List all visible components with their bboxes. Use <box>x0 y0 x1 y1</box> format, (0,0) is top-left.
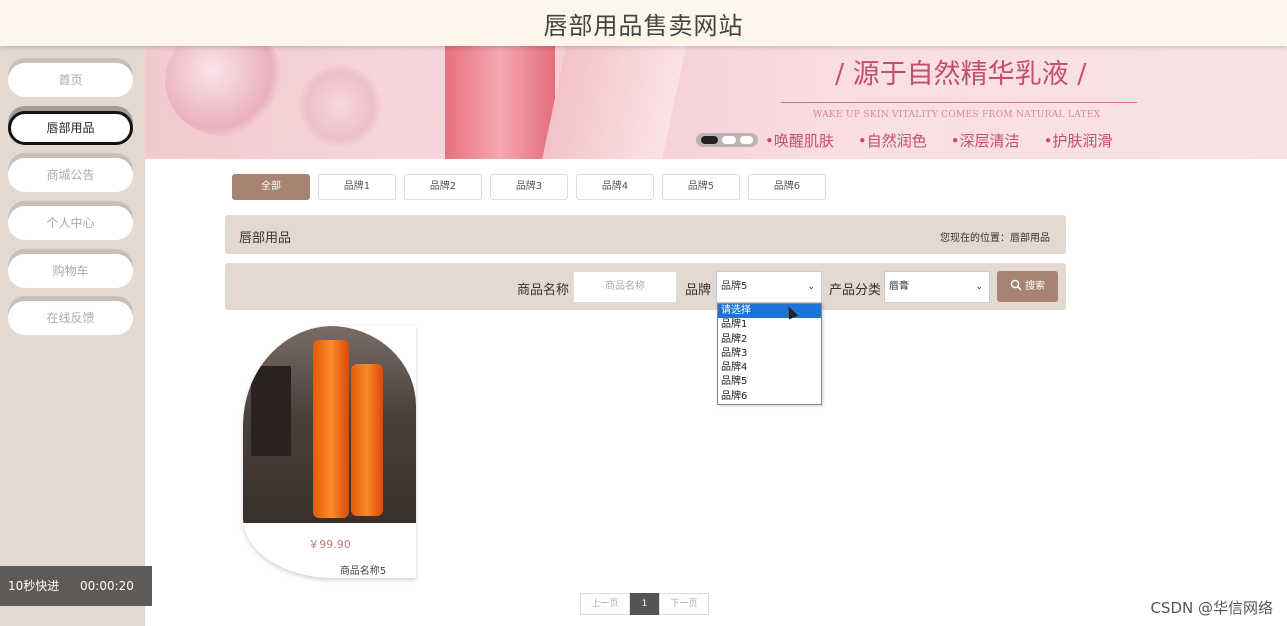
product-image[interactable] <box>243 326 416 523</box>
product-name-label: 商品名称 <box>517 283 570 298</box>
chevron-down-icon: ⌄ <box>807 282 815 292</box>
chevron-down-icon: ⌄ <box>975 282 983 292</box>
banner-feature: •唤醒肌肤 <box>765 132 834 150</box>
brand-select-value: 品牌5 <box>721 281 748 292</box>
tab-brand3[interactable]: 品牌3 <box>490 174 568 200</box>
dropdown-option[interactable]: 品牌4 <box>718 361 821 375</box>
sidebar: 首页 唇部用品 商城公告 个人中心 购物车 在线反馈 <box>0 46 145 626</box>
sunscreen-tube-image <box>351 364 383 516</box>
banner-feature: •自然润色 <box>857 132 927 150</box>
tab-all[interactable]: 全部 <box>232 174 310 200</box>
product-name[interactable]: 商品名称5 <box>243 562 416 577</box>
carousel-dot[interactable] <box>739 136 753 144</box>
category-select-value: 唇膏 <box>889 281 909 292</box>
dropdown-option[interactable]: 品牌1 <box>718 318 821 332</box>
dropdown-option[interactable]: 品牌6 <box>718 390 821 404</box>
banner-divider <box>781 102 1137 103</box>
search-button-label: 搜索 <box>1025 281 1046 292</box>
search-button[interactable]: 搜索 <box>997 271 1058 302</box>
breadcrumb-bar: 唇部用品 您现在的位置：唇部用品 <box>225 215 1066 254</box>
pagination: 上一页 1 下一页 <box>580 593 709 615</box>
product-card[interactable]: ￥99.90 商品名称5 <box>243 326 416 578</box>
sidebar-item-home[interactable]: 首页 <box>8 63 133 97</box>
fast-forward-label[interactable]: 10秒快进 <box>8 579 59 593</box>
tab-brand5[interactable]: 品牌5 <box>662 174 740 200</box>
search-bar: 商品名称 商品名称 品牌 品牌5 ⌄ 产品分类 唇膏 ⌄ 搜索 <box>225 263 1066 310</box>
sidebar-item-lip-products[interactable]: 唇部用品 <box>8 111 133 145</box>
page-number-current[interactable]: 1 <box>630 593 659 615</box>
cream-drop-image <box>295 66 385 146</box>
site-header: 唇部用品售卖网站 <box>0 0 1287 46</box>
banner-feature: •深层清洁 <box>950 132 1020 150</box>
dropdown-option[interactable]: 品牌5 <box>718 375 821 389</box>
product-name-input[interactable]: 商品名称 <box>573 271 677 303</box>
product-price: ￥99.90 <box>308 538 351 551</box>
product-tube-image <box>445 46 555 159</box>
banner-feature: •护肤润滑 <box>1043 132 1113 150</box>
carousel-dot-active[interactable] <box>701 136 719 144</box>
search-icon <box>1010 279 1022 291</box>
category-label: 产品分类 <box>829 283 882 298</box>
tab-brand6[interactable]: 品牌6 <box>748 174 826 200</box>
timer-value: 00:00:20 <box>80 579 134 593</box>
tab-brand1[interactable]: 品牌1 <box>318 174 396 200</box>
banner-carousel[interactable]: / 源于自然精华乳液 / WAKE UP SKIN VITALITY COMES… <box>145 46 1287 159</box>
sidebar-item-cart[interactable]: 购物车 <box>8 254 133 288</box>
background-shelf-image <box>251 366 291 456</box>
brand-tabs: 全部 品牌1 品牌2 品牌3 品牌4 品牌5 品牌6 <box>232 174 826 200</box>
dropdown-option[interactable]: 品牌3 <box>718 347 821 361</box>
watermark: CSDN @华信网络 <box>1150 599 1273 617</box>
carousel-dot[interactable] <box>722 136 736 144</box>
prev-page-button[interactable]: 上一页 <box>580 593 630 615</box>
brand-select[interactable]: 品牌5 ⌄ <box>716 271 822 303</box>
dropdown-option[interactable]: 品牌2 <box>718 333 821 347</box>
next-page-button[interactable]: 下一页 <box>659 593 709 615</box>
banner-slogan: / 源于自然精华乳液 / <box>835 59 1087 90</box>
product-tube-image-2 <box>541 46 689 159</box>
sunscreen-bottle-image <box>313 340 349 518</box>
site-title: 唇部用品售卖网站 <box>543 12 744 40</box>
playback-timer-overlay[interactable]: 10秒快进 00:00:20 <box>0 566 152 606</box>
banner-slogan-en: WAKE UP SKIN VITALITY COMES FROM NATURAL… <box>813 110 1101 120</box>
sidebar-item-feedback[interactable]: 在线反馈 <box>8 301 133 335</box>
banner-features: •唤醒肌肤 •自然润色 •深层清洁 •护肤润滑 <box>765 130 1112 151</box>
brand-dropdown-list[interactable]: 请选择 品牌1 品牌2 品牌3 品牌4 品牌5 品牌6 <box>717 303 822 405</box>
page-title: 唇部用品 <box>239 231 292 246</box>
carousel-indicator[interactable] <box>696 133 758 147</box>
tab-brand4[interactable]: 品牌4 <box>576 174 654 200</box>
brand-label: 品牌 <box>685 283 712 298</box>
sidebar-item-profile[interactable]: 个人中心 <box>8 206 133 240</box>
category-select[interactable]: 唇膏 ⌄ <box>884 271 990 303</box>
tab-brand2[interactable]: 品牌2 <box>404 174 482 200</box>
cream-blob-image <box>165 46 285 136</box>
breadcrumb: 您现在的位置：唇部用品 <box>940 233 1050 244</box>
dropdown-option[interactable]: 请选择 <box>718 304 821 319</box>
sidebar-item-announcements[interactable]: 商城公告 <box>8 158 133 192</box>
